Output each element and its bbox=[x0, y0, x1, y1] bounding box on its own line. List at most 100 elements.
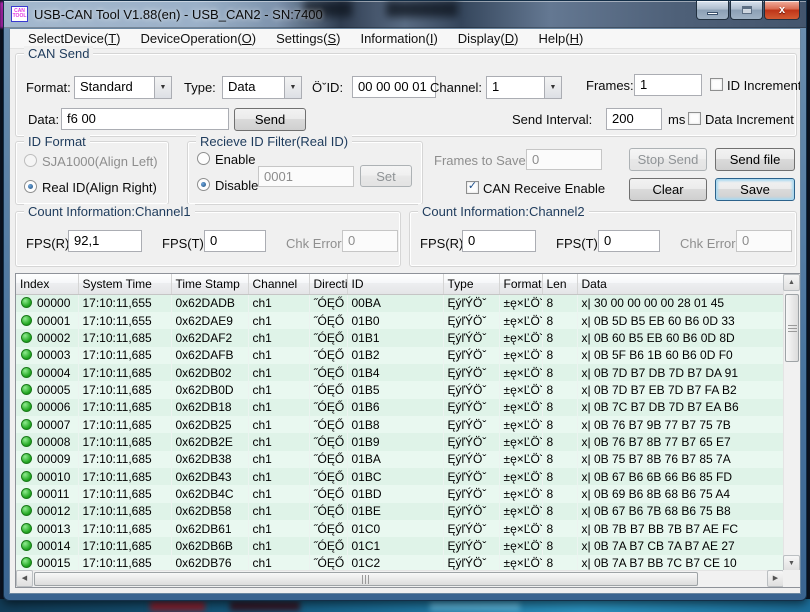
format-select[interactable]: Standard ▼ bbox=[74, 76, 172, 99]
column-header[interactable]: Len bbox=[542, 274, 577, 294]
chk-error-label: Chk Error: bbox=[680, 236, 739, 251]
chk-error-value: 0 bbox=[736, 230, 792, 252]
chevron-down-icon[interactable]: ▼ bbox=[154, 77, 171, 98]
filter-disable-label: Disable bbox=[215, 178, 258, 193]
menu-settings[interactable]: Settings(S) bbox=[268, 29, 348, 48]
frames-to-save-input: 0 bbox=[526, 149, 602, 170]
check-icon: ✓ bbox=[468, 181, 477, 192]
menu-information[interactable]: Information(I) bbox=[352, 29, 445, 48]
ms-label: ms bbox=[668, 112, 685, 127]
frame-index: 00009 bbox=[37, 452, 70, 466]
frames-label: Frames: bbox=[586, 78, 634, 93]
table-row[interactable]: 0000117:10:11,6550x62DAE9ch1˝ÓĘŐ01B0ĘýľÝ… bbox=[16, 312, 784, 329]
frame-index: 00001 bbox=[37, 314, 70, 328]
column-header[interactable]: Channel bbox=[248, 274, 309, 294]
column-header[interactable]: ID bbox=[347, 274, 443, 294]
table-row[interactable]: 0001117:10:11,6850x62DB4Cch1˝ÓĘŐ01BDĘýľÝ… bbox=[16, 485, 784, 502]
table-row[interactable]: 0001417:10:11,6850x62DB6Bch1˝ÓĘŐ01C1ĘýľÝ… bbox=[16, 537, 784, 554]
vertical-scroll-thumb[interactable] bbox=[785, 294, 799, 362]
table-row[interactable]: 0001217:10:11,6850x62DB58ch1˝ÓĘŐ01BEĘýľÝ… bbox=[16, 503, 784, 520]
frames-to-save-label: Frames to Save: bbox=[434, 153, 529, 168]
frame-id-label: ÖˇID: bbox=[312, 80, 343, 95]
status-dot-icon bbox=[21, 297, 32, 308]
table-row[interactable]: 0000017:10:11,6550x62DADBch1˝ÓĘŐ00BAĘýľÝ… bbox=[16, 294, 784, 312]
column-header[interactable]: Data bbox=[577, 274, 784, 294]
can-receive-enable-checkbox[interactable]: ✓ bbox=[466, 181, 479, 194]
send-button[interactable]: Send bbox=[234, 108, 306, 131]
column-header[interactable]: Format bbox=[499, 274, 542, 294]
scrollbar-corner bbox=[783, 570, 800, 587]
column-header[interactable]: Index bbox=[16, 274, 78, 294]
frames-input[interactable]: 1 bbox=[634, 74, 702, 96]
app-icon: CAN TOOL bbox=[11, 6, 28, 22]
table-row[interactable]: 0001017:10:11,6850x62DB43ch1˝ÓĘŐ01BCĘýľÝ… bbox=[16, 468, 784, 485]
chevron-down-icon[interactable]: ▼ bbox=[544, 77, 561, 98]
chevron-down-icon[interactable]: ▼ bbox=[284, 77, 301, 98]
id-increment-checkbox[interactable] bbox=[710, 78, 723, 91]
status-dot-icon bbox=[21, 384, 32, 395]
frame-index: 00012 bbox=[37, 504, 70, 518]
fps-r-label: FPS(R): bbox=[26, 236, 73, 251]
horizontal-scroll-thumb[interactable] bbox=[34, 572, 698, 586]
send-interval-input[interactable]: 200 bbox=[606, 108, 662, 130]
status-dot-icon bbox=[21, 332, 32, 343]
frame-index: 00002 bbox=[37, 331, 70, 345]
table-row[interactable]: 0000617:10:11,6850x62DB18ch1˝ÓĘŐ01B6ĘýľÝ… bbox=[16, 399, 784, 416]
table-row[interactable]: 0000717:10:11,6850x62DB25ch1˝ÓĘŐ01B8ĘýľÝ… bbox=[16, 416, 784, 433]
status-dot-icon bbox=[21, 419, 32, 430]
status-dot-icon bbox=[21, 471, 32, 482]
fps-r-value: 0 bbox=[462, 230, 536, 252]
minimize-icon bbox=[707, 12, 718, 15]
data-label: Data: bbox=[28, 112, 59, 127]
count-channel2-group: Count Information:Channel2 FPS(R): 0 FPS… bbox=[409, 211, 797, 267]
vertical-scrollbar[interactable]: ▲ ▼ bbox=[783, 274, 800, 572]
filter-disable-radio[interactable] bbox=[197, 178, 210, 191]
fps-t-value: 0 bbox=[598, 230, 660, 252]
arrow-down-icon: ▼ bbox=[788, 560, 795, 567]
menu-display[interactable]: Display(D) bbox=[450, 29, 527, 48]
frame-index: 00010 bbox=[37, 470, 70, 484]
send-file-button[interactable]: Send file bbox=[715, 148, 795, 171]
channel-select[interactable]: 1 ▼ bbox=[486, 76, 562, 99]
maximize-button[interactable] bbox=[730, 1, 763, 20]
table-row[interactable]: 0001317:10:11,6850x62DB61ch1˝ÓĘŐ01C0ĘýľÝ… bbox=[16, 520, 784, 537]
close-button[interactable]: x bbox=[764, 1, 800, 20]
status-dot-icon bbox=[21, 505, 32, 516]
client-area: SelectDevice(T) DeviceOperation(O) Setti… bbox=[9, 28, 801, 594]
column-header[interactable]: System Time bbox=[78, 274, 171, 294]
filter-enable-label: Enable bbox=[215, 152, 255, 167]
column-header[interactable]: Time Stamp bbox=[171, 274, 248, 294]
frame-id-input[interactable]: 00 00 00 01 bbox=[352, 76, 436, 98]
clear-button[interactable]: Clear bbox=[629, 178, 707, 201]
table-row[interactable]: 0000217:10:11,6850x62DAF2ch1˝ÓĘŐ01B1ĘýľÝ… bbox=[16, 329, 784, 346]
title-bar[interactable]: CAN TOOL USB-CAN Tool V1.88(en) - USB_CA… bbox=[4, 1, 806, 28]
filter-enable-radio[interactable] bbox=[197, 152, 210, 165]
fps-t-label: FPS(T): bbox=[556, 236, 602, 251]
receive-filter-group-label: Recieve ID Filter(Real ID) bbox=[196, 134, 352, 149]
table-row[interactable]: 0000317:10:11,6850x62DAFBch1˝ÓĘŐ01B2ĘýľÝ… bbox=[16, 347, 784, 364]
chk-error-label: Chk Error: bbox=[286, 236, 345, 251]
horizontal-scrollbar[interactable]: ◀ ▶ bbox=[16, 570, 784, 587]
column-header[interactable]: Type bbox=[443, 274, 499, 294]
data-increment-checkbox[interactable] bbox=[688, 112, 701, 125]
table-header-row: IndexSystem TimeTime StampChannelDirecti… bbox=[16, 274, 784, 294]
scroll-up-button[interactable]: ▲ bbox=[783, 274, 800, 291]
table-row[interactable]: 0000917:10:11,6850x62DB38ch1˝ÓĘŐ01BAĘýľÝ… bbox=[16, 451, 784, 468]
table-row[interactable]: 0000417:10:11,6850x62DB02ch1˝ÓĘŐ01B4ĘýľÝ… bbox=[16, 364, 784, 381]
thumb-grip-icon bbox=[362, 575, 370, 584]
column-header[interactable]: Direction bbox=[309, 274, 347, 294]
scroll-right-button[interactable]: ▶ bbox=[767, 570, 784, 587]
table-row[interactable]: 0000817:10:11,6850x62DB2Ech1˝ÓĘŐ01B9ĘýľÝ… bbox=[16, 433, 784, 450]
stop-send-button: Stop Send bbox=[629, 148, 707, 171]
desktop-blob bbox=[430, 601, 520, 611]
save-button[interactable]: Save bbox=[715, 178, 795, 201]
type-select[interactable]: Data ▼ bbox=[222, 76, 302, 99]
frame-index: 00006 bbox=[37, 400, 70, 414]
menu-device-operation[interactable]: DeviceOperation(O) bbox=[133, 29, 265, 48]
table-row[interactable]: 0000517:10:11,6850x62DB0Dch1˝ÓĘŐ01B5ĘýľÝ… bbox=[16, 381, 784, 398]
real-id-radio[interactable] bbox=[24, 180, 37, 193]
minimize-button[interactable] bbox=[696, 1, 729, 20]
send-data-input[interactable]: f6 00 bbox=[61, 108, 229, 130]
scroll-left-button[interactable]: ◀ bbox=[16, 570, 33, 587]
menu-help[interactable]: Help(H) bbox=[531, 29, 592, 48]
